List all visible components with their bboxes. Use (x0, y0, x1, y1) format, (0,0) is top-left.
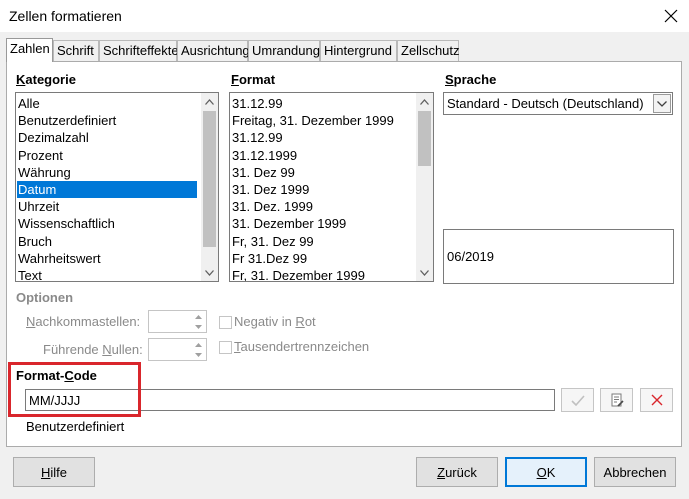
scroll-up-icon[interactable] (416, 93, 433, 110)
tab-ausrichtung[interactable]: Ausrichtung (177, 40, 250, 62)
format-scrollbar[interactable] (416, 93, 433, 281)
spin-down-icon[interactable] (191, 349, 206, 360)
kategorie-list-item[interactable]: Dezimalzahl (18, 129, 198, 146)
format-list-item[interactable]: Fr, 31. Dez 99 (232, 233, 412, 250)
kategorie-scrollbar[interactable] (201, 93, 218, 281)
sprache-header: Sprache (445, 72, 497, 87)
format-list-item[interactable]: Fr, 31. Dezember 1999 (232, 267, 412, 281)
kategorie-list-item[interactable]: Text (18, 267, 198, 281)
scroll-down-icon[interactable] (201, 264, 218, 281)
scroll-up-icon[interactable] (201, 93, 218, 110)
format-list-item[interactable]: 31. Dez 1999 (232, 181, 412, 198)
negativ-in-rot-checkbox[interactable] (219, 316, 232, 329)
tab-schrifteffekte[interactable]: Schrifteffekte (99, 40, 179, 62)
spin-down-icon[interactable] (191, 321, 206, 332)
kategorie-list-item[interactable]: Wahrheitswert (18, 250, 198, 267)
kategorie-list-item[interactable]: Bruch (18, 233, 198, 250)
tab-umrandung[interactable]: Umrandung (248, 40, 320, 62)
kategorie-list-item[interactable]: Datum (17, 181, 197, 198)
tab-hintergrund[interactable]: Hintergrund (320, 40, 397, 62)
scroll-thumb[interactable] (203, 111, 216, 247)
fuehrende-nullen-label: Führende Nullen: (43, 342, 143, 357)
hilfe-button[interactable]: Hilfe (13, 457, 95, 487)
window-title: Zellen formatieren (9, 8, 122, 24)
kategorie-list[interactable]: Alle Benutzerdefiniert Dezimalzahl Prozent W… (15, 92, 219, 282)
tab-schrift[interactable]: Schrift (53, 40, 99, 62)
kategorie-list-item[interactable]: Währung (18, 164, 198, 181)
sprache-value: Standard - Deutsch (Deutschland) (447, 96, 644, 111)
format-list-item[interactable]: 31. Dezember 1999 (232, 215, 412, 232)
format-preview: 06/2019 (443, 229, 674, 284)
format-list-item[interactable]: 31.12.1999 (232, 147, 412, 164)
kategorie-header: Kategorie (16, 72, 76, 87)
kategorie-list-item[interactable]: Alle (18, 95, 198, 112)
optionen-header: Optionen (16, 290, 74, 305)
preview-value: 06/2019 (447, 249, 494, 264)
kategorie-list-item[interactable]: Prozent (18, 147, 198, 164)
nachkommastellen-stepper[interactable] (148, 310, 207, 333)
format-code-description: Benutzerdefiniert (26, 419, 125, 434)
format-header: Format (231, 72, 276, 87)
fuehrende-nullen-stepper[interactable] (148, 338, 207, 361)
delete-format-button[interactable] (640, 388, 673, 412)
format-list-item[interactable]: 31.12.99 (232, 129, 412, 146)
format-list-item[interactable]: 31. Dez 99 (232, 164, 412, 181)
format-list-item[interactable]: 31. Dez. 1999 (232, 198, 412, 215)
sprache-dropdown-button[interactable] (653, 94, 671, 113)
kategorie-list-item[interactable]: Benutzerdefiniert (18, 112, 198, 129)
close-button[interactable] (657, 2, 685, 30)
format-list-item[interactable]: 31.12.99 (232, 95, 412, 112)
edit-comment-button[interactable] (600, 388, 633, 412)
checkmark-icon (570, 394, 585, 406)
tab-zahlen[interactable]: Zahlen (6, 38, 53, 62)
sprache-select[interactable]: Standard - Deutsch (Deutschland) (443, 92, 673, 115)
ok-button[interactable]: OK (505, 457, 587, 487)
negativ-in-rot-label: Negativ in Rot (234, 314, 316, 329)
zurueck-button[interactable]: Zurück (416, 457, 498, 487)
nachkommastellen-label: Nachkommastellen: (26, 314, 141, 329)
tab-zellschutz[interactable]: Zellschutz (397, 40, 460, 62)
chevron-down-icon (657, 100, 667, 107)
kategorie-list-item[interactable]: Uhrzeit (18, 198, 198, 215)
format-list-item[interactable]: Fr 31.Dez 99 (232, 250, 412, 267)
close-icon (664, 9, 678, 23)
abbrechen-button[interactable]: Abbrechen (594, 457, 676, 487)
kategorie-list-item[interactable]: Wissenschaftlich (18, 215, 198, 232)
accept-format-button[interactable] (561, 388, 594, 412)
tausendertrennzeichen-checkbox[interactable] (219, 341, 232, 354)
format-list-item[interactable]: Freitag, 31. Dezember 1999 (232, 112, 412, 129)
comment-edit-icon (611, 393, 624, 407)
scroll-down-icon[interactable] (416, 264, 433, 281)
scroll-thumb[interactable] (418, 111, 431, 166)
format-list[interactable]: 31.12.99 Freitag, 31. Dezember 1999 31.12.… (229, 92, 434, 282)
highlight-box (8, 362, 141, 417)
delete-icon (651, 394, 662, 406)
tausendertrennzeichen-label: Tausendertrennzeichen (234, 339, 370, 354)
